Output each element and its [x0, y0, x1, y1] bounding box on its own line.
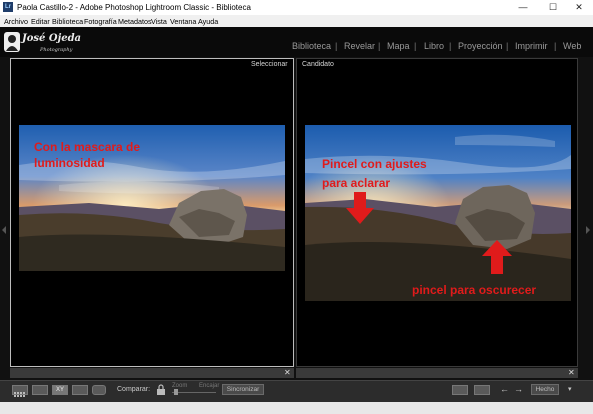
sync-button[interactable]: Sincronizar	[222, 384, 264, 395]
module-proyeccion[interactable]: Proyección	[458, 41, 503, 51]
annotation-brush-lighten-line1: Pincel con ajustes	[322, 157, 427, 171]
annotation-brush-darken: pincel para oscurecer	[412, 283, 537, 297]
menu-metadatos[interactable]: Metadatos	[118, 17, 152, 26]
people-view-icon[interactable]	[92, 385, 106, 395]
title-bar: Lr Paola Castillo-2 - Adobe Photoshop Li…	[0, 0, 593, 15]
loupe-view-icon[interactable]	[32, 385, 48, 395]
candidate-clear-icon[interactable]: ✕	[568, 368, 575, 377]
make-select-icon[interactable]	[474, 385, 490, 395]
grid-view-icon[interactable]	[12, 385, 28, 397]
down-arrow-icon	[346, 192, 374, 224]
module-revelar[interactable]: Revelar	[344, 41, 375, 51]
module-separator: |	[414, 41, 417, 51]
annotation-brush-lighten-line2: para aclarar	[322, 176, 391, 190]
window-title: Paola Castillo-2 - Adobe Photoshop Light…	[17, 3, 251, 12]
module-imprimir[interactable]: Imprimir	[515, 41, 548, 51]
lightroom-app-icon: Lr	[3, 2, 13, 12]
annotation-mask-line2: luminosidad	[34, 156, 105, 170]
lightroom-window: Lr Paola Castillo-2 - Adobe Photoshop Li…	[0, 0, 593, 414]
close-button[interactable]: ✕	[565, 0, 593, 15]
select-panel-label: Seleccionar	[251, 61, 288, 68]
done-button[interactable]: Hecho	[531, 384, 559, 395]
module-separator: |	[506, 41, 509, 51]
menu-biblioteca[interactable]: Biblioteca	[52, 17, 83, 26]
module-separator: |	[554, 41, 557, 51]
fit-label: Encajar	[199, 383, 220, 389]
annotation-mask-line1: Con la mascara de	[34, 140, 141, 154]
compare-label: Comparar:	[117, 386, 151, 393]
next-arrow-icon[interactable]: →	[514, 384, 523, 394]
identity-plate-title: José Ojeda	[22, 33, 82, 44]
select-panel-strip	[10, 368, 294, 378]
logo-portrait-icon	[4, 32, 20, 52]
menu-ventana[interactable]: Ventana	[170, 17, 196, 26]
previous-arrow-icon[interactable]: ←	[500, 384, 509, 394]
select-clear-icon[interactable]: ✕	[284, 368, 291, 377]
filmstrip-hidden-area	[0, 402, 593, 414]
module-web[interactable]: Web	[563, 41, 581, 51]
module-mapa[interactable]: Mapa	[387, 41, 410, 51]
right-panel-toggle-icon[interactable]	[586, 226, 590, 234]
up-arrow-icon	[482, 240, 512, 274]
module-libro[interactable]: Libro	[424, 41, 444, 51]
menu-bar: Archivo Editar Biblioteca Fotografía Met…	[0, 15, 593, 27]
module-separator: |	[335, 41, 338, 51]
swap-icon[interactable]	[452, 385, 468, 395]
lock-icon[interactable]	[156, 384, 166, 395]
menu-vista[interactable]: Vista	[151, 17, 167, 26]
menu-ayuda[interactable]: Ayuda	[198, 17, 218, 26]
menu-editar[interactable]: Editar	[31, 17, 50, 26]
compare-view-icon[interactable]: XY	[52, 385, 68, 395]
toolbar-menu-chevron-icon[interactable]: ▾	[568, 385, 572, 393]
candidate-panel-label: Candidato	[302, 61, 334, 68]
module-separator: |	[449, 41, 452, 51]
zoom-slider-thumb[interactable]	[174, 389, 178, 395]
left-panel-toggle-icon[interactable]	[2, 226, 6, 234]
zoom-slider[interactable]	[172, 392, 216, 393]
menu-fotografia[interactable]: Fotografía	[84, 17, 117, 26]
minimize-button[interactable]: —	[509, 0, 537, 15]
module-biblioteca[interactable]: Biblioteca	[292, 41, 331, 51]
candidate-photo[interactable]	[305, 125, 571, 301]
menu-archivo[interactable]: Archivo	[4, 17, 28, 26]
candidate-panel-strip	[296, 368, 578, 378]
survey-view-icon[interactable]	[72, 385, 88, 395]
maximize-button[interactable]: ☐	[539, 0, 567, 15]
module-separator: |	[378, 41, 381, 51]
identity-plate-subtitle: Photography	[40, 47, 73, 53]
